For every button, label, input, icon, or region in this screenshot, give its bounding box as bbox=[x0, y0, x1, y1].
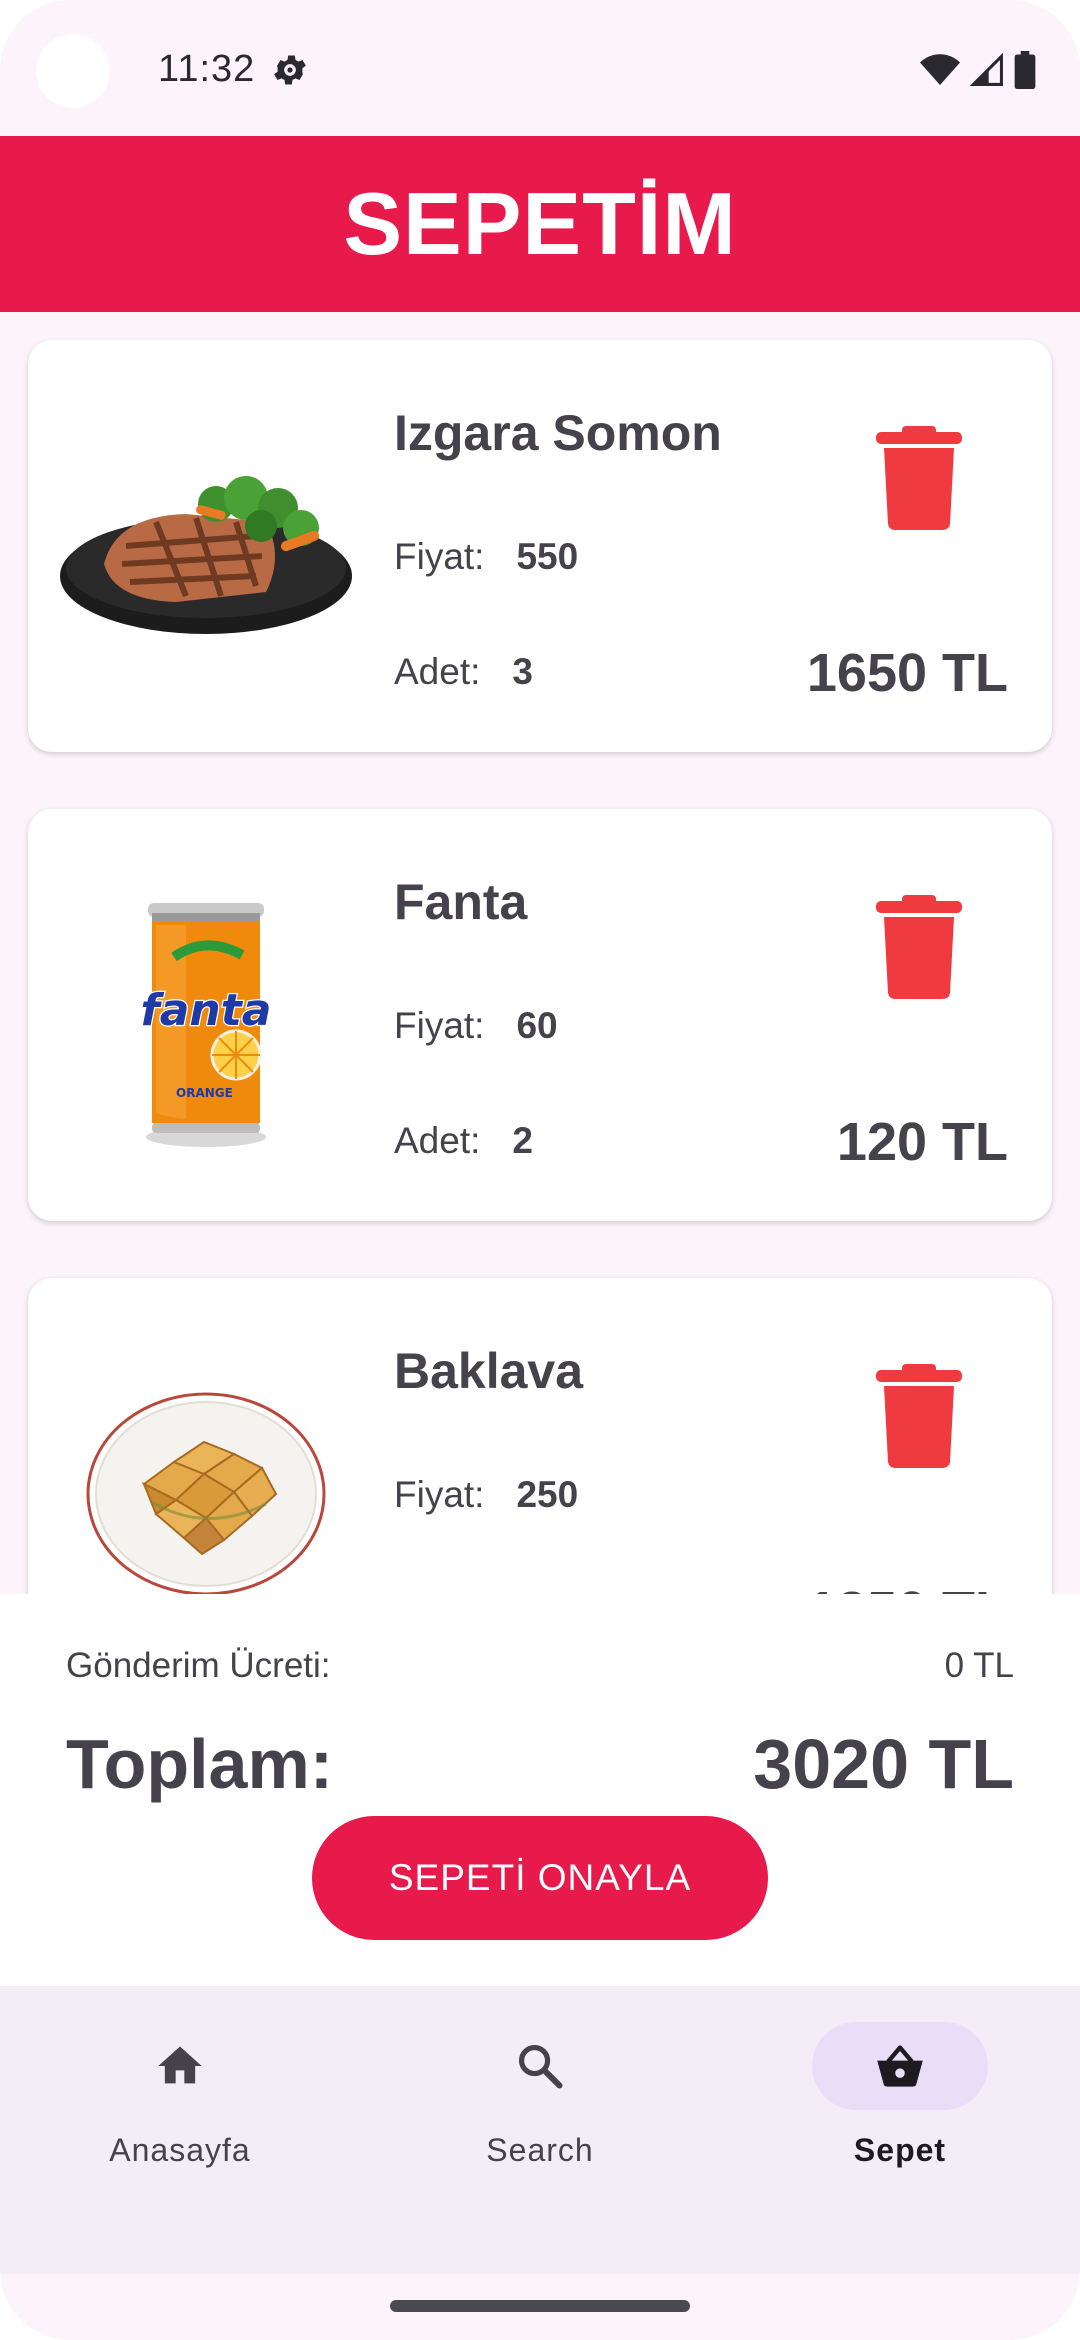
cart-list[interactable]: Izgara Somon Fiyat: 550 Adet: 3 1650 TL bbox=[0, 312, 1080, 1594]
fanta-can-image: fanta ORANGE bbox=[139, 903, 273, 1147]
total-label: Toplam: bbox=[66, 1725, 334, 1803]
order-summary: Gönderim Ücreti: 0 TL Toplam: 3020 TL SE… bbox=[0, 1594, 1080, 1986]
status-bar: 11:32 bbox=[0, 0, 1080, 136]
item-total-price: 120 TL bbox=[836, 1112, 1008, 1172]
price-label: Fiyat: bbox=[394, 1474, 485, 1515]
cart-item-card[interactable]: fanta ORANGE Fanta Fiyat: 60 Adet: 2 120 T… bbox=[28, 809, 1052, 1221]
nav-label: Sepet bbox=[853, 2132, 947, 2168]
item-price-row: Fiyat: 250 bbox=[394, 1474, 578, 1516]
item-name: Izgara Somon bbox=[394, 405, 722, 461]
search-icon bbox=[518, 2044, 563, 2089]
cart-item-card[interactable]: Izgara Somon Fiyat: 550 Adet: 3 1650 TL bbox=[28, 340, 1052, 752]
svg-text:ORANGE: ORANGE bbox=[176, 1086, 233, 1100]
nav-label: Search bbox=[486, 2132, 594, 2168]
svg-text:fanta: fanta bbox=[141, 985, 272, 1036]
settings-gear-icon bbox=[274, 55, 306, 85]
item-quantity-row: Adet: 3 bbox=[394, 651, 533, 693]
bottom-navigation: Anasayfa Search Sepet bbox=[0, 1986, 1080, 2274]
confirm-cart-button[interactable]: SEPETİ ONAYLA bbox=[312, 1816, 768, 1940]
item-quantity-row: Adet: 2 bbox=[394, 1120, 533, 1162]
item-price-row: Fiyat: 60 bbox=[394, 1005, 558, 1047]
total-value: 3020 TL bbox=[753, 1725, 1014, 1803]
item-total-price: 1250 TL bbox=[807, 1580, 1008, 1594]
shipping-fee-label: Gönderim Ücreti: bbox=[66, 1646, 331, 1685]
shipping-fee-value: 0 TL bbox=[944, 1646, 1014, 1685]
item-price-row: Fiyat: 550 bbox=[394, 536, 578, 578]
nav-item-search[interactable]: Search bbox=[360, 1986, 720, 2186]
battery-icon bbox=[1014, 51, 1036, 89]
quantity-value: 3 bbox=[512, 651, 533, 692]
nav-item-sepet[interactable]: Sepet bbox=[720, 1986, 1080, 2186]
cart-item-card[interactable]: Baklava Fiyat:250 Adet:5 1250 TL bbox=[28, 1278, 1052, 1594]
delete-trash-icon[interactable] bbox=[876, 426, 962, 530]
price-label: Fiyat: bbox=[394, 1005, 485, 1046]
basket-icon bbox=[877, 2045, 923, 2087]
item-total-price: 1650 TL bbox=[806, 643, 1008, 703]
gesture-handle[interactable] bbox=[390, 2300, 690, 2312]
status-icons bbox=[920, 50, 1036, 90]
quantity-label: Adet: bbox=[394, 1120, 481, 1161]
phone-screen: 11:32 SEPETİM Izgara Somon Fiyat: 550 Ad… bbox=[0, 0, 1080, 2340]
nav-label: Anasayfa bbox=[109, 2132, 251, 2168]
price-value: 550 bbox=[516, 536, 579, 577]
delete-trash-icon[interactable] bbox=[876, 895, 962, 999]
page-title: SEPETİM bbox=[343, 174, 737, 273]
price-value: 60 bbox=[516, 1005, 558, 1046]
item-name: Baklava bbox=[394, 1343, 584, 1399]
camera-cutout bbox=[36, 34, 110, 108]
home-icon bbox=[158, 2046, 202, 2084]
delete-trash-icon[interactable] bbox=[876, 1364, 962, 1468]
app-header: SEPETİM bbox=[0, 136, 1080, 312]
quantity-label: Adet: bbox=[394, 651, 481, 692]
wifi-icon bbox=[920, 54, 960, 85]
cellular-signal-icon bbox=[970, 53, 1003, 86]
price-label: Fiyat: bbox=[394, 536, 485, 577]
item-name: Fanta bbox=[394, 874, 528, 930]
status-time: 11:32 bbox=[158, 48, 256, 90]
nav-item-anasayfa[interactable]: Anasayfa bbox=[0, 1986, 360, 2186]
baklava-plate-image bbox=[86, 1392, 326, 1594]
quantity-value: 2 bbox=[512, 1120, 533, 1161]
grilled-salmon-image bbox=[60, 476, 352, 634]
price-value: 250 bbox=[516, 1474, 579, 1515]
